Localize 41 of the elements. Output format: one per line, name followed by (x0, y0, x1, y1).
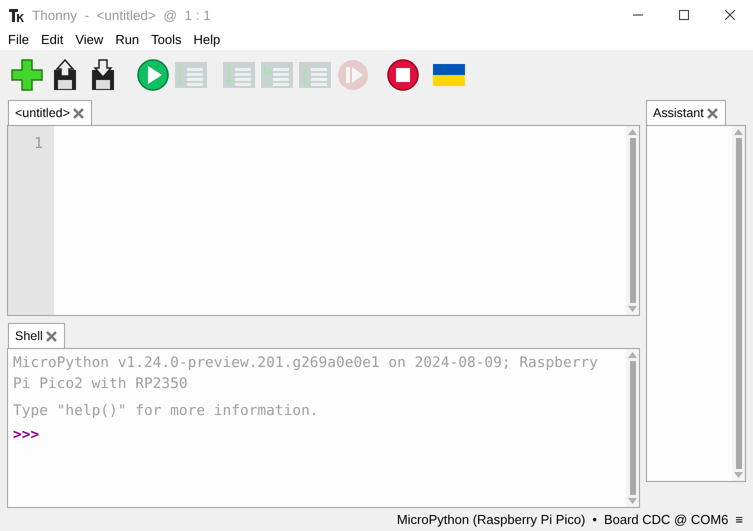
app-logo-icon (9, 8, 24, 22)
menu-item[interactable]: View (69, 30, 110, 50)
scroll-down-icon[interactable] (628, 498, 637, 504)
scrollbar-thumb[interactable] (630, 138, 636, 304)
maximize-icon[interactable] (679, 10, 689, 20)
tab[interactable]: Shell (8, 323, 65, 348)
close-icon[interactable] (725, 10, 735, 20)
shell-output: MicroPython v1.24.0-preview.201.g269a0e0e1 on 2024-08-09; Raspberry Pi Pico2 with RP2350 (13, 354, 599, 394)
scroll-up-icon[interactable] (734, 129, 743, 136)
port-label[interactable]: Board CDC @ COM6 (604, 512, 728, 528)
tab[interactable]: Assistant (646, 100, 726, 126)
scroll-up-icon[interactable] (628, 352, 637, 358)
plus-button[interactable] (10, 58, 44, 92)
menu-item[interactable]: Tools (145, 30, 188, 50)
menu-item[interactable]: Edit (34, 30, 70, 50)
scrollbar[interactable] (626, 349, 639, 508)
scroll-down-icon[interactable] (628, 306, 637, 312)
scrollbar-thumb[interactable] (736, 138, 742, 470)
shell-prompt: >>> (13, 426, 40, 446)
scrollbar[interactable] (732, 126, 745, 482)
stop-button[interactable] (386, 58, 420, 92)
interpreter-label[interactable]: MicroPython (Raspberry Pi Pico) (396, 512, 586, 528)
scroll-down-icon[interactable] (734, 472, 743, 478)
menu-icon[interactable]: ≡ (735, 512, 743, 528)
scrollbar-thumb[interactable] (630, 361, 636, 496)
stop-icon (386, 58, 420, 92)
play-button[interactable] (136, 58, 170, 92)
tab[interactable]: <untitled> (8, 100, 92, 126)
line-number: 1 (34, 134, 43, 152)
menu-item[interactable]: File (2, 30, 35, 50)
menu-item[interactable]: Run (109, 30, 146, 50)
shell-output: Type "help()" for more information. (13, 402, 320, 422)
window-title: Thonny - <untitled> @ 1 : 1 (32, 8, 212, 22)
shell-pane[interactable]: MicroPython v1.24.0-preview.201.g269a0e0e1 on 2024-08-09; Raspberry Pi Pico2 with RP2350 Type "help()" for more information. >>> (7, 348, 640, 508)
scroll-up-icon[interactable] (628, 129, 637, 136)
resume-icon (336, 58, 370, 92)
scrollbar[interactable] (626, 126, 639, 316)
separator-dot: • (592, 512, 597, 528)
plus-icon (10, 58, 44, 92)
menu-item[interactable]: Help (188, 30, 226, 50)
play-icon (136, 58, 170, 92)
